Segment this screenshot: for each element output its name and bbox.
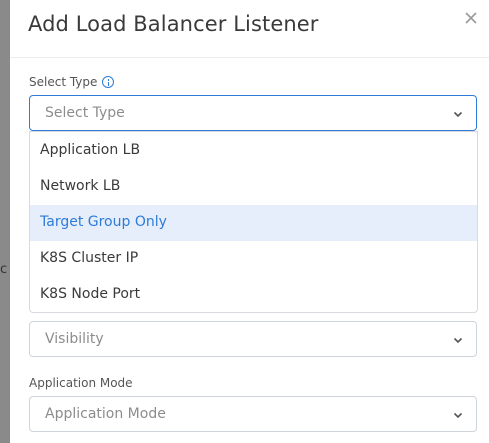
backdrop[interactable] xyxy=(0,0,10,443)
visibility-placeholder: Visibility xyxy=(45,331,104,347)
option-application-lb[interactable]: Application LB xyxy=(30,133,477,169)
modal-header: Add Load Balancer Listener xyxy=(10,0,489,58)
close-icon[interactable] xyxy=(463,10,479,26)
option-k8s-node-port[interactable]: K8S Node Port xyxy=(30,277,477,313)
chevron-down-icon xyxy=(453,111,463,118)
modal-title: Add Load Balancer Listener xyxy=(28,12,319,36)
chevron-down-icon xyxy=(453,412,463,419)
select-type-options: Application LB Network LB Target Group O… xyxy=(29,131,478,313)
add-listener-modal: Add Load Balancer Listener Select Type S… xyxy=(10,0,489,443)
select-type-label: Select Type xyxy=(29,75,98,89)
application-mode-placeholder: Application Mode xyxy=(45,406,166,422)
application-mode-select[interactable]: Application Mode xyxy=(29,396,477,432)
info-icon[interactable] xyxy=(102,76,114,88)
application-mode-label: Application Mode xyxy=(29,376,133,390)
chevron-down-icon xyxy=(453,337,463,344)
select-type-dropdown[interactable]: Select Type xyxy=(29,95,477,131)
option-target-group-only[interactable]: Target Group Only xyxy=(30,205,477,241)
backdrop-text-fragment: c xyxy=(0,262,8,277)
option-network-lb[interactable]: Network LB xyxy=(30,169,477,205)
select-type-placeholder: Select Type xyxy=(45,105,125,121)
visibility-select[interactable]: Visibility xyxy=(29,321,477,357)
option-k8s-cluster-ip[interactable]: K8S Cluster IP xyxy=(30,241,477,277)
